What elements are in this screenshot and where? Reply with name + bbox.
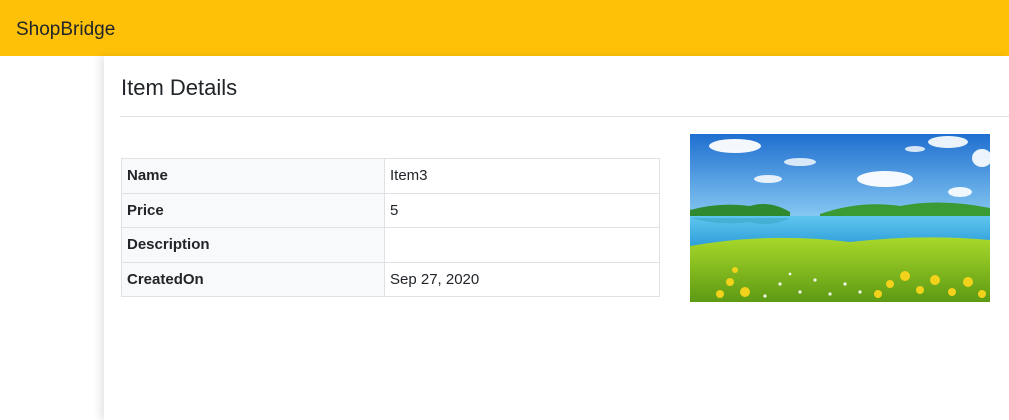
left-gutter <box>0 56 104 420</box>
table-row-name: Name Item3 <box>121 158 660 194</box>
row-label: Price <box>121 192 385 228</box>
brand-link[interactable]: ShopBridge <box>16 18 115 42</box>
page-title: Item Details <box>121 75 238 100</box>
row-label: Name <box>121 158 385 194</box>
row-value <box>384 227 660 263</box>
table-row-createdon: CreatedOn Sep 27, 2020 <box>121 261 660 297</box>
item-details-table: Name Item3 Price 5 Description CreatedOn… <box>121 158 660 297</box>
table-row-price: Price 5 <box>121 192 660 228</box>
title-divider <box>120 116 1009 117</box>
item-image <box>690 134 990 302</box>
top-navbar: ShopBridge <box>0 0 1009 56</box>
row-value: Sep 27, 2020 <box>384 261 660 297</box>
main-content: Item Details Name Item3 Price 5 Descript… <box>104 56 1009 420</box>
row-label: Description <box>121 227 385 263</box>
row-value: 5 <box>384 192 660 228</box>
row-value: Item3 <box>384 158 660 194</box>
table-row-description: Description <box>121 227 660 263</box>
row-label: CreatedOn <box>121 261 385 297</box>
